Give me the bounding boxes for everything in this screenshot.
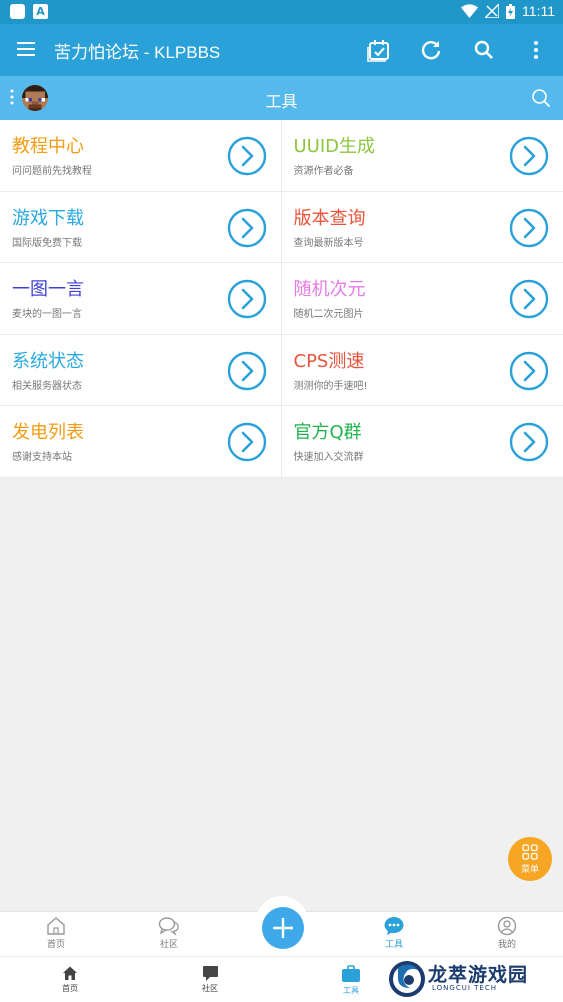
notification-icon	[10, 4, 25, 19]
tab-tools-label: 工具	[384, 940, 403, 950]
wifi-icon	[461, 4, 479, 18]
tool-title: CPS测速	[293, 350, 365, 372]
tab-mine-label: 我的	[497, 940, 516, 950]
grid-menu-icon	[522, 844, 538, 860]
host-tab-home[interactable]: 首页	[50, 965, 90, 994]
swirl-logo-icon	[389, 961, 425, 997]
new-post-button[interactable]	[262, 907, 304, 949]
tool-title: 教程中心	[12, 136, 84, 157]
tool-title: 官方Q群	[293, 422, 362, 443]
watermark-text: 龙萃游戏园	[428, 964, 529, 986]
chat-icon	[202, 966, 218, 981]
tool-description: 感谢支持本站	[12, 452, 72, 463]
tool-title: 游戏下载	[12, 207, 84, 229]
toolbox-icon	[342, 965, 360, 982]
tool-description: 测测你的手速吧!	[293, 380, 368, 392]
tab-home[interactable]: 首页	[26, 916, 86, 950]
host-tab-tools[interactable]: 工具	[331, 965, 371, 996]
battery-icon	[506, 3, 516, 19]
app-notification-icon: A	[33, 4, 48, 19]
tools-row: 教程中心 问问题前先找教程 UUID生成 资源作者必备	[0, 120, 563, 192]
chevron-right-circle-icon[interactable]	[227, 279, 267, 319]
clock: 11:11	[522, 3, 555, 19]
tool-title: 随机次元	[293, 279, 366, 300]
chevron-right-circle-icon[interactable]	[509, 136, 549, 176]
tools-row: 游戏下载 国际版免费下载 版本查询 查询最新版本号	[0, 191, 563, 263]
watermark-logo: 龙萃游戏园 LONGCUI TECH	[388, 958, 563, 1002]
tab-community-label: 社区	[159, 940, 178, 950]
tools-row: 发电列表 感谢支持本站 官方Q群 快速加入交流群	[0, 406, 563, 478]
host-tab-community-label: 社区	[202, 984, 218, 993]
tool-card[interactable]: 发电列表感谢支持本站	[0, 406, 282, 477]
floating-menu-label: 菜单	[520, 865, 539, 875]
tool-card[interactable]: 一图一言麦块的一图一言	[0, 263, 282, 334]
status-bar: A 11:11	[0, 0, 563, 24]
host-tab-tools-label: 工具	[343, 986, 359, 995]
refresh-icon[interactable]	[418, 37, 444, 63]
section-title: 工具	[265, 92, 298, 111]
user-profile-icon	[497, 916, 517, 936]
tool-description: 随机二次元图片	[293, 309, 364, 320]
chevron-right-circle-icon[interactable]	[227, 422, 267, 462]
chat-bubbles-icon	[158, 917, 179, 936]
app-title: 苦力怕论坛 - KLPBBS	[54, 43, 221, 62]
home-icon	[63, 966, 77, 980]
tools-row: 一图一言 麦块的一图一言 随机次元 随机二次元图片	[0, 263, 563, 335]
tools-grid: 教程中心 问问题前先找教程 UUID生成 资源作者必备 游戏下载 国际版免费下载 版本查询查…	[0, 120, 563, 478]
watermark-subtext: LONGCUI TECH	[432, 984, 497, 992]
more-options-icon[interactable]	[523, 37, 549, 63]
tool-card[interactable]: 教程中心问问题前先找教程	[0, 120, 282, 191]
search-icon[interactable]	[471, 37, 497, 63]
tool-title: 系统状态	[12, 350, 84, 372]
tool-card[interactable]: CPS测速测测你的手速吧!	[282, 335, 563, 406]
plus-icon	[273, 918, 293, 938]
chevron-right-circle-icon[interactable]	[227, 351, 267, 391]
tool-description: 查询最新版本号	[293, 237, 364, 249]
floating-menu-button[interactable]: 菜单	[508, 837, 552, 881]
chevron-right-circle-icon[interactable]	[227, 136, 267, 176]
chevron-right-circle-icon[interactable]	[509, 422, 549, 462]
tool-description: 资源作者必备	[293, 166, 354, 177]
tool-card[interactable]: 版本查询查询最新版本号	[282, 192, 563, 263]
tab-home-label: 首页	[46, 940, 65, 950]
host-tab-home-label: 首页	[62, 984, 78, 993]
tool-description: 快速加入交流群	[293, 452, 364, 463]
tools-chat-icon	[384, 917, 404, 935]
tab-tools[interactable]: 工具	[364, 916, 424, 950]
tool-card[interactable]: 系统状态相关服务器状态	[0, 334, 282, 405]
no-signal-icon	[485, 4, 500, 18]
app-bar: 苦力怕论坛 - KLPBBS	[0, 24, 563, 76]
tab-mine[interactable]: 我的	[477, 916, 537, 950]
tool-description: 问问题前先找教程	[12, 166, 92, 177]
chevron-right-circle-icon[interactable]	[227, 208, 267, 248]
host-tab-community[interactable]: 社区	[190, 965, 230, 994]
tool-description: 麦块的一图一言	[12, 309, 82, 320]
home-icon	[47, 917, 65, 935]
tool-card[interactable]: 随机次元随机二次元图片	[282, 263, 563, 334]
chevron-right-circle-icon[interactable]	[509, 279, 549, 319]
tool-description: 相关服务器状态	[12, 380, 82, 392]
search-icon[interactable]	[531, 88, 551, 108]
tool-title: 一图一言	[12, 279, 84, 300]
sign-in-calendar-icon[interactable]	[366, 37, 392, 63]
tool-title: 发电列表	[12, 422, 84, 443]
tool-title: 版本查询	[293, 207, 366, 229]
tool-card[interactable]: 游戏下载国际版免费下载	[0, 191, 282, 262]
tab-community[interactable]: 社区	[139, 916, 199, 950]
tool-title: UUID生成	[293, 136, 376, 157]
chevron-right-circle-icon[interactable]	[509, 208, 549, 248]
hamburger-menu-icon[interactable]	[16, 39, 36, 59]
section-bar: 工具	[0, 76, 563, 120]
tool-description: 国际版免费下载	[12, 237, 82, 249]
tool-card[interactable]: UUID生成资源作者必备	[282, 120, 563, 191]
tools-row: 系统状态 相关服务器状态 CPS测速 测测你的手速吧!	[0, 334, 563, 406]
chevron-right-circle-icon[interactable]	[509, 351, 549, 391]
tool-card[interactable]: 官方Q群快速加入交流群	[282, 406, 563, 477]
